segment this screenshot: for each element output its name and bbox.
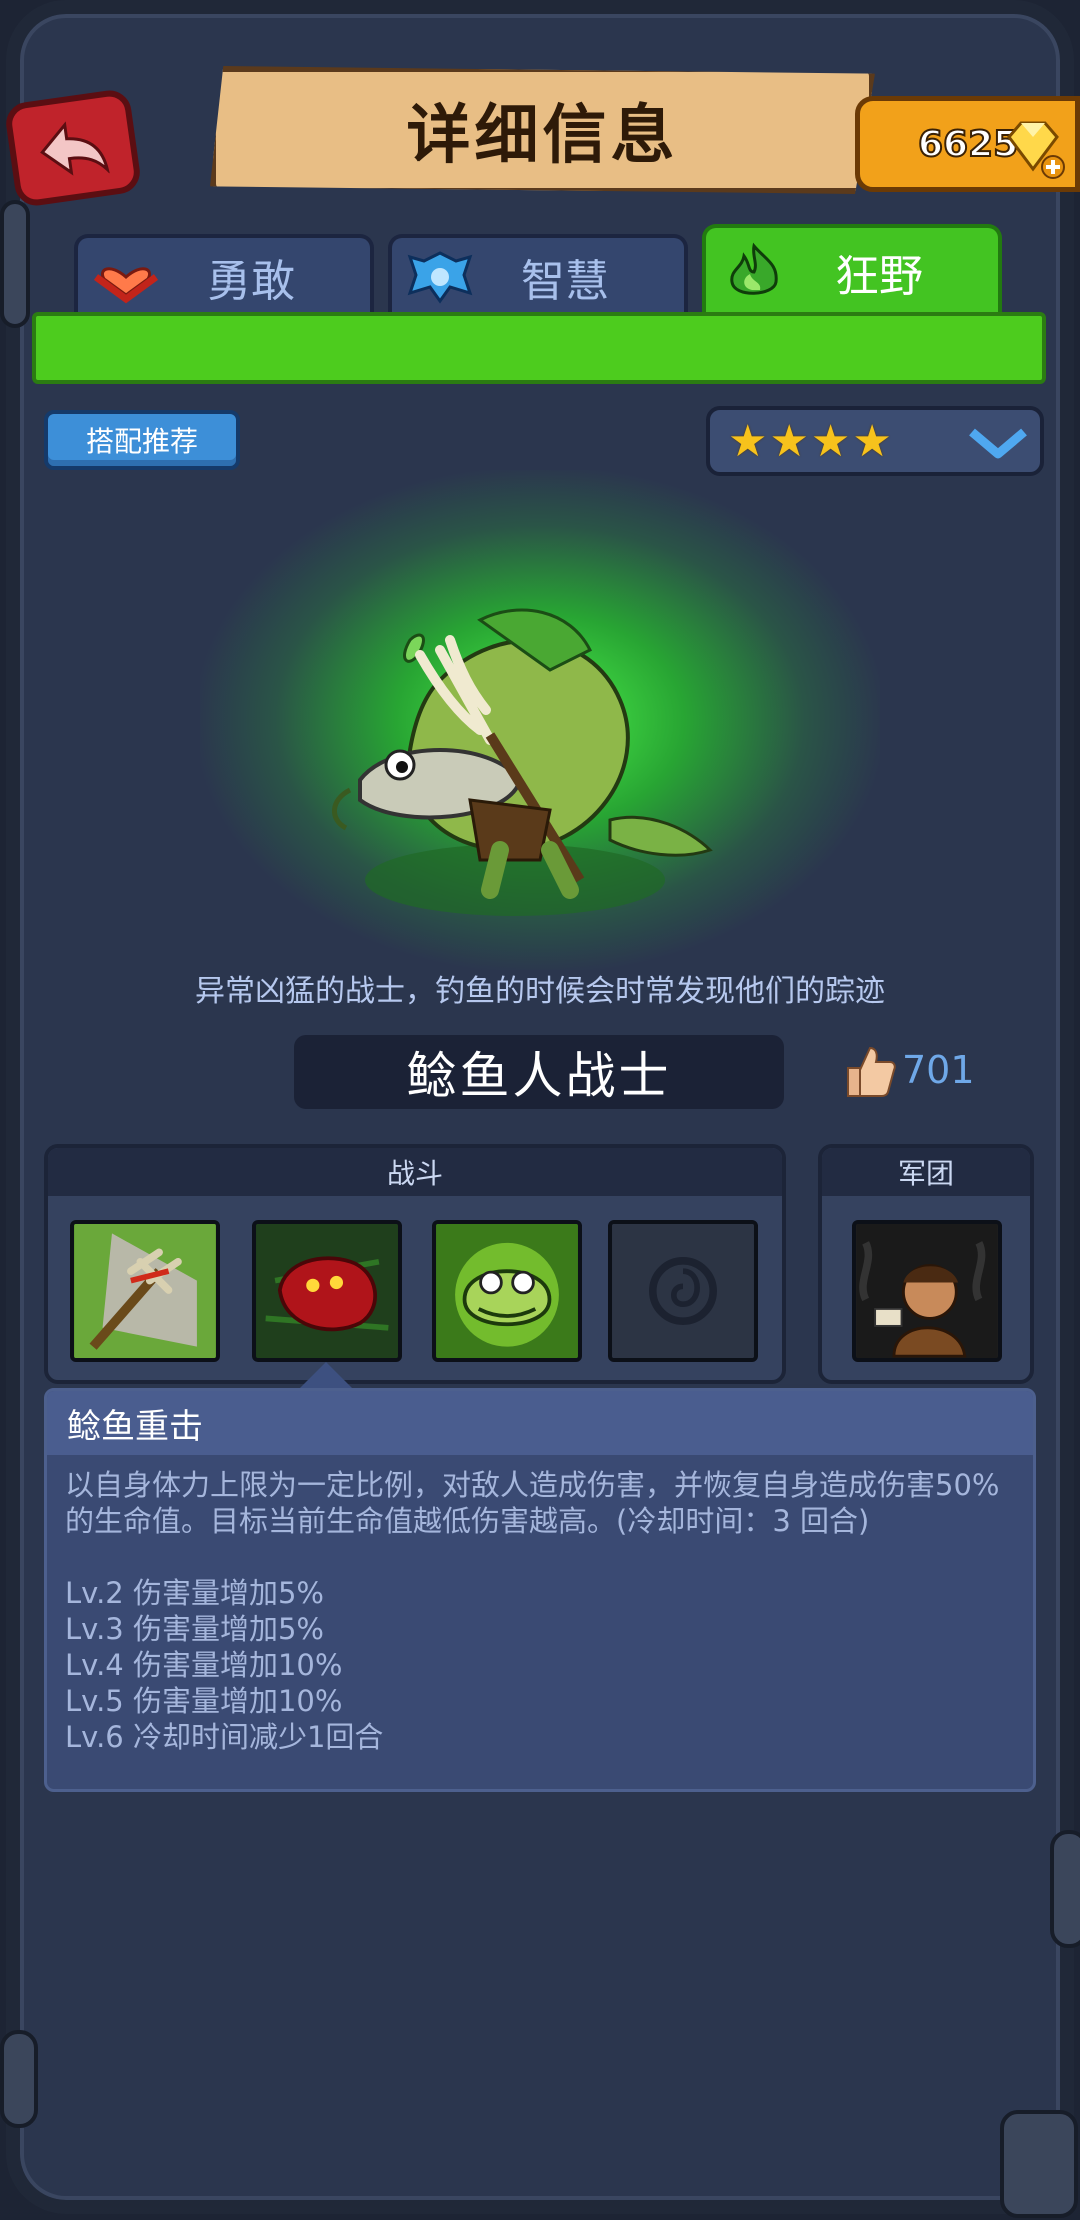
hero-description: 异常凶猛的战士，钓鱼的时候会时常发现他们的踪迹	[195, 974, 885, 1009]
thumbs-up-icon	[847, 1046, 896, 1097]
red-blob-icon	[256, 1224, 398, 1358]
hero-name: 鲶鱼人战士	[294, 1035, 784, 1109]
star-icon: ★	[852, 415, 892, 467]
like-count: 701	[902, 1048, 975, 1092]
recommend-button[interactable]: 搭配推荐	[44, 410, 240, 470]
tab-content-bar	[32, 312, 1046, 384]
chevron-down-icon	[969, 428, 1027, 459]
tab-label: 智慧	[521, 256, 609, 307]
skill-slot-locked[interactable]	[608, 1220, 758, 1362]
page-title: 详细信息	[406, 99, 679, 173]
skill-detail-panel: 鲶鱼重击 以自身体力上限为一定比例，对敌人造成伤害，并恢复自身造成伤害50%的生…	[44, 1388, 1036, 1792]
rock-decoration	[0, 2030, 38, 2128]
legion-skills-header: 军团	[822, 1148, 1030, 1196]
tab-label: 勇敢	[207, 256, 295, 307]
rock-decoration	[0, 200, 30, 328]
rock-decoration	[1050, 1830, 1080, 1948]
skill-level-line: Lv.6 冷却时间减少1回合	[65, 1720, 384, 1754]
blue-crest-icon	[407, 251, 473, 304]
skill-level-line: Lv.2 伤害量增加5%	[65, 1576, 324, 1610]
page-title-banner: 详细信息	[210, 66, 875, 194]
skill-slot-legion-caveman[interactable]	[852, 1220, 1002, 1362]
catfish-warrior-portrait	[332, 608, 713, 916]
selected-skill-pointer	[300, 1362, 352, 1388]
skill-level-line: Lv.3 伤害量增加5%	[65, 1612, 324, 1646]
trident-strike-icon	[74, 1224, 216, 1358]
skill-level-line: Lv.4 伤害量增加10%	[65, 1648, 343, 1682]
diamond-plus-icon	[1007, 121, 1065, 179]
star-icon: ★	[728, 415, 768, 467]
skill-slot-red-blob[interactable]	[252, 1220, 402, 1362]
locked-skill-icon	[612, 1224, 754, 1358]
skill-level-line: Lv.5 伤害量增加10%	[65, 1684, 343, 1718]
skill-slot-catfish-poison[interactable]	[432, 1220, 582, 1362]
tab-wild[interactable]: 狂野	[702, 224, 1002, 316]
tab-wisdom[interactable]: 智慧	[388, 234, 688, 316]
star-rank-dropdown[interactable]: ★ ★ ★ ★	[706, 406, 1044, 476]
skill-detail-title: 鲶鱼重击	[47, 1391, 1033, 1455]
skill-slot-trident-strike[interactable]	[70, 1220, 220, 1362]
star-icon: ★	[769, 415, 809, 467]
like-button[interactable]: 701	[838, 1040, 975, 1100]
gem-counter-button[interactable]: 6625	[855, 96, 1080, 192]
star-icon: ★	[810, 415, 851, 467]
back-arrow-icon	[40, 121, 110, 176]
skill-detail-description: 以自身体力上限为一定比例，对敌人造成伤害，并恢复自身造成伤害50%的生命值。目标…	[65, 1468, 1000, 1538]
tab-label: 狂野	[835, 251, 923, 302]
tab-brave[interactable]: 勇敢	[74, 234, 374, 316]
catfish-poison-icon	[436, 1224, 578, 1358]
battle-skills-header: 战斗	[48, 1148, 782, 1196]
back-button[interactable]	[3, 87, 143, 209]
heart-chevron-icon	[93, 267, 159, 304]
green-flame-icon	[730, 242, 778, 295]
caveman-icon	[856, 1224, 998, 1358]
rock-decoration	[1000, 2110, 1078, 2218]
